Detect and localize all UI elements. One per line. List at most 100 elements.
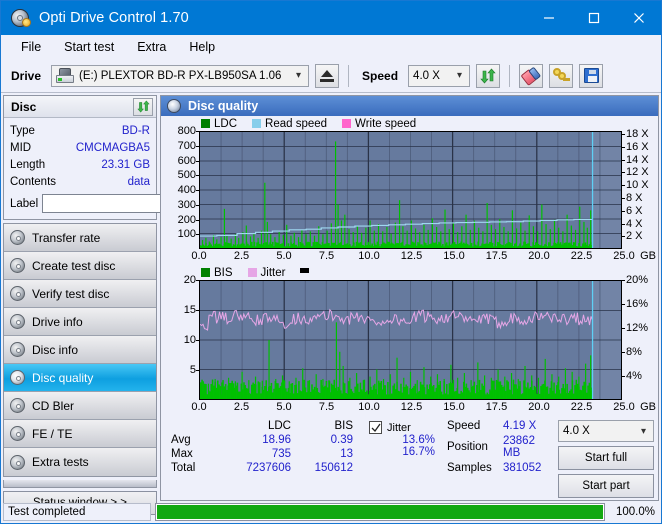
- y-tick: 15: [183, 304, 196, 316]
- drive-label: Drive: [11, 68, 42, 83]
- test-speed-select[interactable]: 4.0 X ▾: [558, 420, 654, 442]
- sidebar-item-cd-bler[interactable]: CD Bler: [4, 392, 156, 420]
- y-tick: 300: [177, 198, 196, 211]
- menu-file[interactable]: File: [11, 37, 51, 57]
- menu-extra[interactable]: Extra: [127, 37, 176, 57]
- disc-label-row: Label: [10, 193, 246, 214]
- disc-mid-value: CMCMAGBA5: [75, 141, 150, 154]
- menu-help[interactable]: Help: [179, 37, 225, 57]
- x-tick: 22.5: [570, 250, 593, 262]
- title-bar: Opti Drive Control 1.70: [1, 1, 661, 35]
- sidebar-nav: Transfer rate Create test disc Verify te…: [3, 223, 157, 477]
- y-tick: 700: [177, 139, 196, 152]
- x-tick: 15.0: [443, 401, 465, 413]
- drive-select[interactable]: (E:) PLEXTOR BD-R PX-LB950SA 1.06 ▾: [51, 64, 310, 87]
- x-tick: 10.0: [358, 250, 380, 262]
- ldc-chart-legend: LDC Read speed Write speed: [161, 116, 658, 131]
- sidebar-item-transfer-rate[interactable]: Transfer rate: [4, 224, 156, 252]
- disc-row-type: Type BD-R: [10, 122, 150, 139]
- save-button[interactable]: [579, 63, 604, 88]
- chevron-down-icon: ▾: [457, 70, 463, 81]
- eject-button[interactable]: [315, 63, 340, 88]
- legend-swatch-read-speed: [252, 119, 262, 128]
- disc-quality-icon: [167, 99, 181, 113]
- sidebar-item-label: Transfer rate: [32, 230, 101, 245]
- x-tick: 0.0: [191, 401, 207, 413]
- sidebar-item-label: Disc info: [32, 342, 79, 357]
- stats-col-ldc: LDC: [267, 420, 291, 432]
- disc-icon: [10, 398, 25, 413]
- minimize-icon[interactable]: [526, 1, 571, 35]
- sidebar-item-extra-tests[interactable]: Extra tests: [4, 448, 156, 476]
- disc-type-value: BD-R: [121, 124, 150, 137]
- ldc-y-axis-right: 18 X 16 X 14 X 12 X 10 X 8 X 6 X 4 X 2 X: [622, 128, 656, 249]
- y-tick-right: 4%: [626, 370, 642, 382]
- page-title: Disc quality: [188, 99, 259, 113]
- sidebar-item-verify-test-disc[interactable]: Verify test disc: [4, 280, 156, 308]
- disc-contents-label: Contents: [10, 175, 57, 188]
- app-disc-icon: [11, 8, 31, 28]
- sidebar-item-disc-info[interactable]: Disc info: [4, 336, 156, 364]
- x-tick: 10.0: [358, 401, 380, 413]
- x-tick: 17.5: [485, 401, 508, 413]
- start-part-button[interactable]: Start part: [558, 474, 654, 498]
- legend-label-jitter: Jitter: [260, 266, 286, 279]
- start-full-button[interactable]: Start full: [558, 446, 654, 470]
- test-speed-value: 4.0 X: [563, 425, 590, 437]
- disc-icon: [10, 230, 25, 245]
- disc-info-rows: Type BD-R MID CMCMAGBA5 Length 23.31 GB …: [4, 118, 246, 219]
- x-axis-unit: GB: [640, 401, 656, 413]
- jitter-label: Jitter: [387, 421, 411, 434]
- disc-refresh-button[interactable]: [133, 97, 153, 116]
- disc-quality-header: Disc quality: [161, 96, 658, 116]
- drive-select-value: (E:) PLEXTOR BD-R PX-LB950SA 1.06: [79, 69, 282, 82]
- stats-row-avg-label: Avg: [171, 434, 191, 446]
- sidebar-item-disc-quality[interactable]: Disc quality: [4, 364, 156, 392]
- stats-row-max-label: Max: [171, 448, 193, 460]
- x-tick: 20.0: [528, 401, 550, 413]
- sidebar-item-label: FE / TE: [32, 426, 73, 441]
- sidebar-item-fe-te[interactable]: FE / TE: [4, 420, 156, 448]
- stats-max-ldc: 735: [271, 448, 291, 460]
- status-text: Test completed: [3, 503, 151, 521]
- disc-icon: [10, 258, 25, 273]
- keys-button[interactable]: [549, 63, 574, 88]
- sidebar-item-label: Verify test disc: [32, 286, 110, 301]
- erase-button[interactable]: [519, 63, 544, 88]
- y-tick: 600: [177, 154, 196, 167]
- progress-bar-fill: [157, 505, 603, 519]
- disc-mid-label: MID: [10, 141, 32, 154]
- sidebar-item-label: Drive info: [32, 314, 83, 329]
- bis-plot-svg: [200, 281, 621, 399]
- disc-icon: [10, 426, 25, 441]
- menu-start-test[interactable]: Start test: [54, 37, 124, 57]
- sidebar-item-label: Disc quality: [32, 370, 94, 385]
- maximize-icon[interactable]: [571, 1, 616, 35]
- ldc-plot-area: [199, 131, 622, 249]
- sidebar-item-label: CD Bler: [32, 398, 75, 413]
- stats-avg-ldc: 18.96: [262, 434, 291, 446]
- stats-row-total-label: Total: [171, 462, 196, 474]
- y-tick-right: 16%: [626, 298, 649, 310]
- sidebar-item-drive-info[interactable]: Drive info: [4, 308, 156, 336]
- close-icon[interactable]: [616, 1, 661, 35]
- speed-select[interactable]: 4.0 X ▾: [408, 64, 471, 87]
- refresh-button[interactable]: [476, 63, 501, 88]
- sidebar-item-create-test-disc[interactable]: Create test disc: [4, 252, 156, 280]
- x-tick: 0.0: [191, 250, 207, 262]
- chevron-down-icon: ▾: [640, 425, 646, 437]
- legend-swatch-unlabeled: [300, 267, 310, 273]
- y-tick-right: 8 X: [626, 192, 643, 205]
- progress-bar: [155, 503, 605, 521]
- speed-readout-label: Speed: [447, 420, 481, 432]
- legend-label-bis: BIS: [214, 266, 233, 279]
- bis-plot-area: [199, 280, 622, 400]
- ldc-plot-svg: [200, 132, 621, 248]
- disc-quality-panel: Disc quality LDC Read speed Write speed: [160, 95, 659, 501]
- disc-length-label: Length: [10, 158, 46, 171]
- x-tick: 5.0: [276, 250, 292, 262]
- jitter-checkbox[interactable]: [369, 421, 382, 434]
- stats-col-blank: [165, 420, 223, 432]
- disc-icon: [10, 342, 25, 357]
- disc-label-label: Label: [10, 197, 39, 210]
